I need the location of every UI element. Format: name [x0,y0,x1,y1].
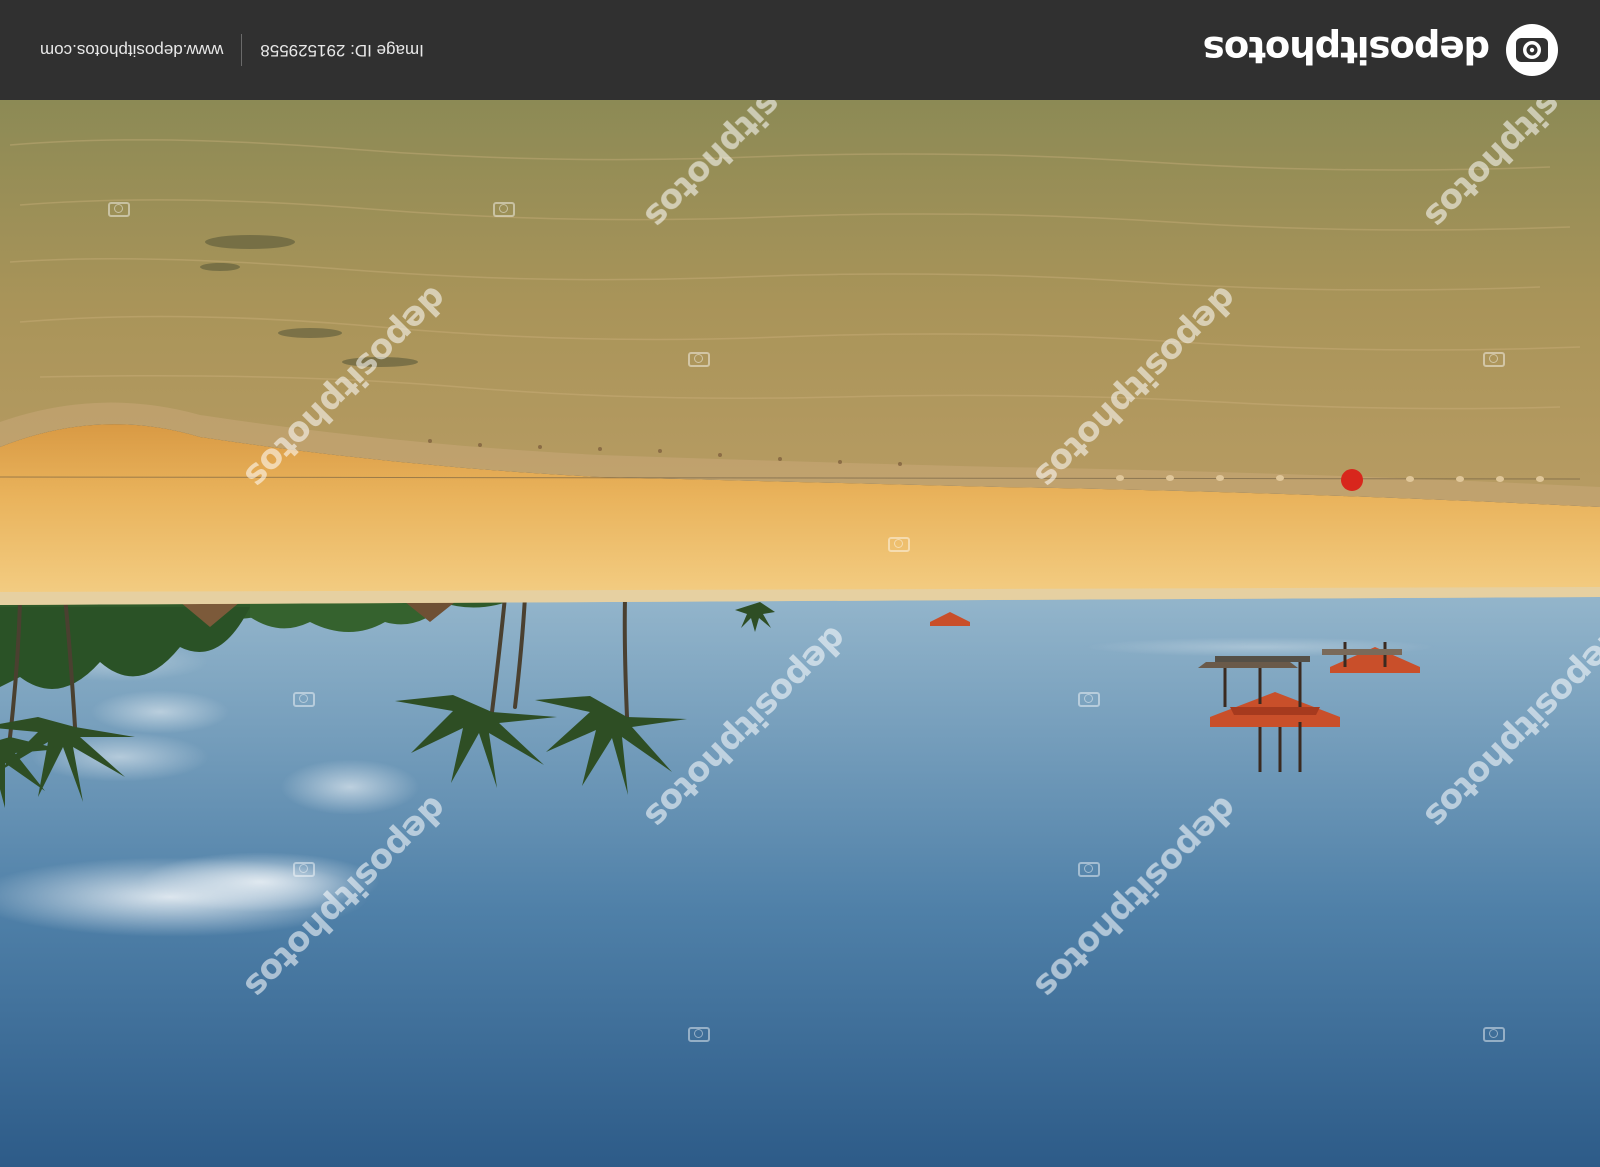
red-buoy [1341,469,1363,491]
camera-watermark-icon [493,202,515,217]
brand-name: depositphotos [1203,28,1490,72]
site-url[interactable]: www.depositphotos.com [40,40,223,60]
camera-watermark-icon [293,862,315,877]
camera-watermark-icon [108,202,130,217]
camera-lens-icon [1506,24,1558,76]
image-id: Image ID: 291529558 [260,41,424,60]
camera-watermark-icon [688,1027,710,1042]
camera-watermark-icon [1483,352,1505,367]
camera-watermark-icon [1078,692,1100,707]
camera-watermark-icon [688,352,710,367]
brand-logo[interactable]: depositphotos [1204,0,1560,100]
photo-stage: depositphotos depositphotos depositphoto… [0,0,1600,1167]
branding-bar: depositphotos Image ID: 291529558 www.de… [0,0,1600,100]
image-info: Image ID: 291529558 www.depositphotos.co… [40,0,424,100]
divider [241,34,243,66]
beach-photo [0,100,1600,1167]
camera-watermark-icon [293,692,315,707]
camera-watermark-icon [888,537,910,552]
camera-watermark-icon [1483,1027,1505,1042]
camera-watermark-icon [1078,862,1100,877]
